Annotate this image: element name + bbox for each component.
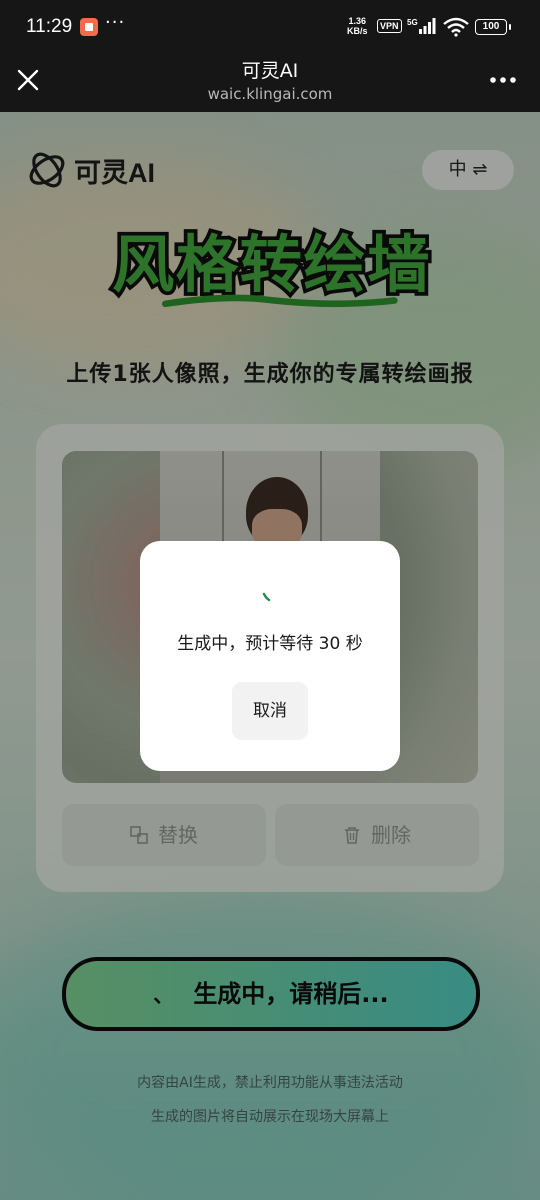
browser-title-bar: 可灵AI waic.klingai.com [0,54,540,112]
cell-signal-icon: 5G [407,18,436,34]
status-time: 11:29 [26,16,73,37]
more-options-icon[interactable] [488,70,518,90]
page-title: 可灵AI [241,60,299,82]
page-url: waic.klingai.com [207,85,333,103]
network-type-label: 5G [407,18,418,27]
generating-dialog: 生成中，预计等待 30 秒 取消 [140,541,400,771]
network-speed-value: 1.36 [348,16,367,26]
dialog-message: 生成中，预计等待 30 秒 [177,634,363,654]
wifi-icon [443,17,469,37]
vpn-badge: VPN [377,19,402,33]
network-speed: 1.36 KB/s [347,16,368,36]
cancel-button[interactable]: 取消 [232,682,308,740]
network-speed-unit: KB/s [347,26,368,36]
notification-app-icon [80,18,98,36]
status-bar: 11:29 ··· 1.36 KB/s VPN 5G 100 [0,0,540,54]
loading-spinner-icon [262,592,271,602]
more-notifications-icon: ··· [105,12,126,33]
battery-indicator: 100 [475,19,511,35]
